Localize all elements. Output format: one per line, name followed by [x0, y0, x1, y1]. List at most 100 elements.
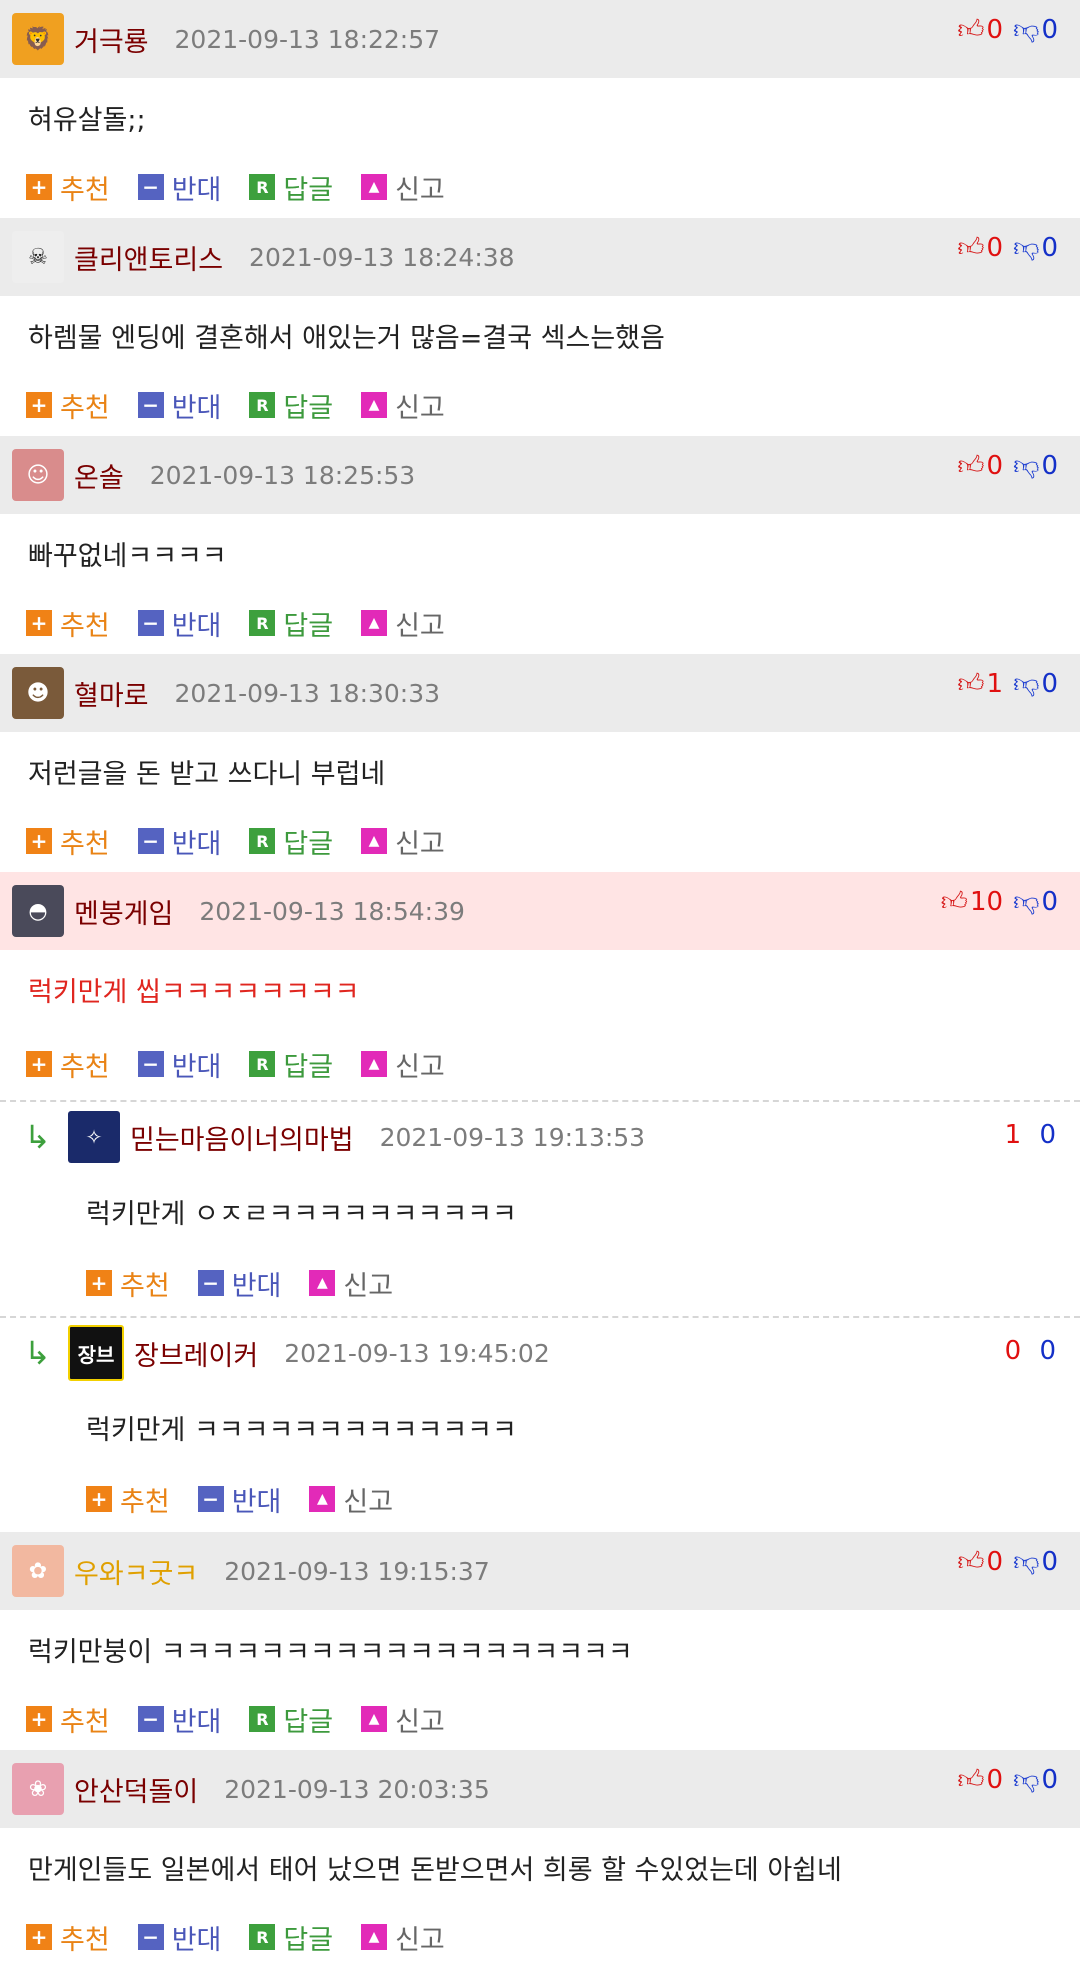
reply-header: ↳ ✧ 믿는마음이너의마법 2021-09-13 19:13:53 1 0 [0, 1102, 1080, 1172]
plus-icon: + [26, 828, 52, 854]
avatar[interactable]: ☺ [12, 449, 64, 501]
comment-header: ☠ 클리앤토리스 2021-09-13 18:24:38 👍︎ 0 👎︎ 0 [0, 218, 1080, 296]
recommend-button[interactable]: + 추천 [86, 1264, 170, 1303]
oppose-label: 반대 [171, 1924, 222, 1956]
reply-actions: + 추천 − 반대 ▲ 신고 [0, 1466, 1080, 1532]
recommend-label: 추천 [60, 1051, 110, 1083]
report-button[interactable]: ▲ 신고 [361, 168, 445, 207]
reply-button[interactable]: R 답글 [249, 1700, 333, 1739]
siren-icon: ▲ [361, 828, 388, 854]
report-button[interactable]: ▲ 신고 [361, 1918, 445, 1957]
reply-button[interactable]: R 답글 [249, 1045, 333, 1084]
thumbs-down-icon[interactable]: 👎︎ [1013, 450, 1039, 481]
oppose-label: 반대 [231, 1486, 282, 1518]
oppose-button[interactable]: − 반대 [197, 1264, 281, 1303]
report-label: 신고 [343, 1486, 394, 1518]
recommend-button[interactable]: + 추천 [26, 1045, 110, 1084]
report-button[interactable]: ▲ 신고 [309, 1264, 393, 1303]
recommend-button[interactable]: + 추천 [26, 604, 110, 643]
siren-icon: ▲ [361, 1051, 388, 1077]
oppose-button[interactable]: − 반대 [137, 604, 221, 643]
avatar[interactable]: ☻ [12, 667, 64, 719]
minus-icon: − [137, 1924, 164, 1950]
report-label: 신고 [395, 1924, 445, 1956]
comment-text: 빠꾸없네ㅋㅋㅋㅋ [28, 540, 227, 572]
thumbs-up-icon[interactable]: 👍︎ [957, 1546, 984, 1577]
reply-label: 답글 [283, 1051, 334, 1083]
reply-button[interactable]: R 답글 [249, 822, 333, 861]
reply-label: 답글 [283, 1706, 334, 1738]
comment-header: ✿ 우와ㅋ굿ㅋ 2021-09-13 19:15:37 👍︎ 0 👎︎ 0 [0, 1532, 1080, 1610]
oppose-button[interactable]: − 반대 [137, 386, 221, 425]
nickname[interactable]: 안산덕돌이 [74, 1770, 198, 1809]
reply-icon: R [249, 1706, 276, 1732]
recommend-button[interactable]: + 추천 [26, 822, 110, 861]
thumbs-up-icon[interactable]: 👍︎ [957, 14, 984, 45]
comment-actions: + 추천 − 반대 R 답글 ▲ 신고 [0, 1028, 1080, 1100]
thumbs-down-icon[interactable]: 👎︎ [1013, 668, 1039, 699]
nickname[interactable]: 장브레이커 [134, 1334, 258, 1373]
thumbs-down-icon[interactable]: 👎︎ [1013, 1546, 1039, 1577]
avatar[interactable]: ◓ [12, 885, 64, 937]
reply-icon: R [249, 828, 276, 854]
reply-button[interactable]: R 답글 [249, 1918, 333, 1957]
avatar[interactable]: 🦁 [12, 13, 64, 65]
oppose-button[interactable]: − 반대 [137, 1045, 221, 1084]
upvote-count: 10 [969, 886, 1004, 917]
recommend-button[interactable]: + 추천 [26, 1918, 110, 1957]
vote-counts: 👍︎ 0 👎︎ 0 [957, 1546, 1058, 1578]
reply-button[interactable]: R 답글 [249, 604, 333, 643]
reply-button[interactable]: R 답글 [249, 168, 333, 207]
downvote-count: 0 [1041, 450, 1058, 481]
timestamp: 2021-09-13 19:13:53 [379, 1122, 646, 1152]
avatar[interactable]: ☠ [12, 231, 64, 283]
oppose-button[interactable]: − 반대 [137, 1700, 221, 1739]
recommend-button[interactable]: + 추천 [86, 1480, 170, 1519]
thumbs-down-icon[interactable]: 👎︎ [1013, 1764, 1039, 1795]
nickname[interactable]: 클리앤토리스 [74, 238, 223, 277]
oppose-button[interactable]: − 반대 [137, 1918, 222, 1957]
reply-icon: R [249, 610, 276, 636]
report-button[interactable]: ▲ 신고 [361, 822, 445, 861]
comment-header: ☺ 온솔 2021-09-13 18:25:53 👍︎ 0 👎︎ 0 [0, 436, 1080, 514]
recommend-button[interactable]: + 추천 [26, 168, 110, 207]
minus-icon: − [197, 1270, 224, 1296]
report-button[interactable]: ▲ 신고 [361, 1045, 445, 1084]
thumbs-up-icon[interactable]: 👍︎ [957, 450, 984, 481]
thumbs-down-icon[interactable]: 👎︎ [1013, 886, 1039, 917]
nickname[interactable]: 거극룡 [74, 20, 149, 59]
recommend-label: 추천 [120, 1486, 170, 1518]
nickname[interactable]: 믿는마음이너의마법 [130, 1118, 354, 1157]
thumbs-up-icon[interactable]: 👍︎ [957, 668, 984, 699]
avatar[interactable]: ✿ [12, 1545, 64, 1597]
thumbs-up-icon[interactable]: 👍︎ [957, 1764, 984, 1795]
report-button[interactable]: ▲ 신고 [309, 1480, 393, 1519]
avatar[interactable]: 장브 [68, 1325, 124, 1381]
thumbs-down-icon[interactable]: 👎︎ [1013, 232, 1039, 263]
recommend-button[interactable]: + 추천 [26, 386, 110, 425]
recommend-button[interactable]: + 추천 [26, 1700, 110, 1739]
downvote-count: 0 [1041, 232, 1058, 263]
comment-text: 하렘물 엔딩에 결혼해서 애있는거 많음=결국 섹스는했음 [28, 322, 665, 354]
report-button[interactable]: ▲ 신고 [361, 386, 445, 425]
nickname[interactable]: 온솔 [74, 456, 124, 495]
comment: ✿ 우와ㅋ굿ㅋ 2021-09-13 19:15:37 👍︎ 0 👎︎ 0 럭키… [0, 1532, 1080, 1750]
nickname[interactable]: 우와ㅋ굿ㅋ [74, 1552, 198, 1591]
oppose-button[interactable]: − 반대 [137, 822, 221, 861]
comment-actions: + 추천 − 반대 R 답글 ▲ 신고 [0, 810, 1080, 872]
reply-label: 답글 [283, 610, 334, 642]
avatar[interactable]: ❀ [12, 1763, 64, 1815]
thumbs-up-icon[interactable]: 👍︎ [941, 886, 968, 917]
nickname[interactable]: 멘붕게임 [74, 892, 173, 931]
oppose-button[interactable]: − 반대 [137, 168, 221, 207]
report-button[interactable]: ▲ 신고 [361, 604, 445, 643]
nickname[interactable]: 혈마로 [74, 674, 149, 713]
report-button[interactable]: ▲ 신고 [361, 1700, 445, 1739]
thumbs-down-icon[interactable]: 👎︎ [1013, 14, 1039, 45]
oppose-button[interactable]: − 반대 [197, 1480, 282, 1519]
thumbs-up-icon[interactable]: 👍︎ [957, 232, 984, 263]
timestamp: 2021-09-13 18:24:38 [249, 242, 515, 272]
avatar[interactable]: ✧ [68, 1111, 120, 1163]
comment-text: 럭키만붕이 ㅋㅋㅋㅋㅋㅋㅋㅋㅋㅋㅋㅋㅋㅋㅋㅋㅋㅋㅋ [28, 1636, 633, 1668]
reply-button[interactable]: R 답글 [249, 386, 333, 425]
